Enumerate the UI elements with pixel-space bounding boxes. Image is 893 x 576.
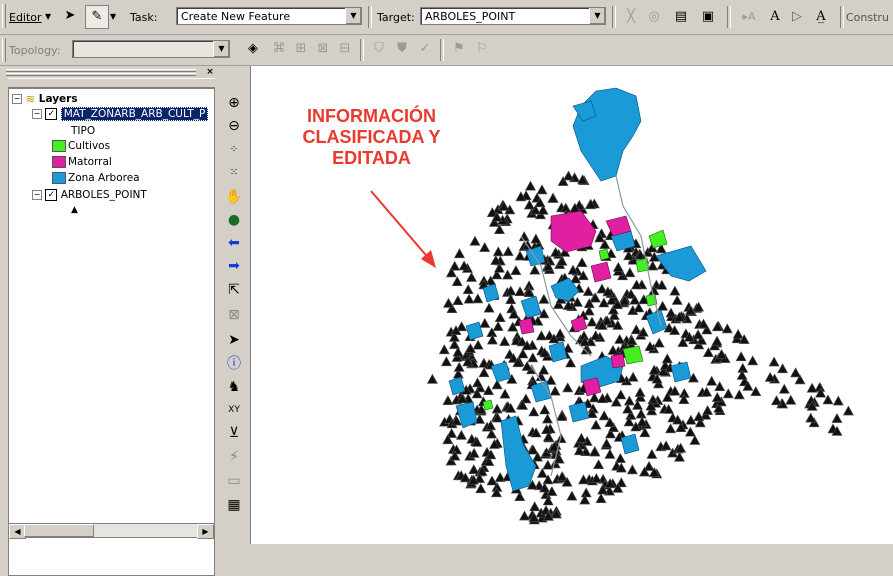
map-topology-icon[interactable]: ◈ — [242, 38, 264, 60]
legend-swatch — [52, 172, 66, 184]
build-topology-cache-icon[interactable]: ⊠ — [312, 38, 334, 60]
measure-icon[interactable]: ⊻ — [223, 422, 245, 444]
back-arrow-icon[interactable]: ⬅ — [223, 232, 245, 254]
callout-text-icon[interactable]: A̲ — [810, 6, 832, 28]
separator — [440, 39, 444, 61]
toolbar-grip[interactable] — [2, 4, 6, 28]
toolbar-grip[interactable] — [2, 38, 6, 62]
fixed-zoom-in-icon[interactable]: ⁘ — [223, 139, 245, 161]
legend-item: Zona Arborea — [52, 172, 140, 188]
forward-arrow-icon[interactable]: ➡ — [223, 255, 245, 277]
collapse-icon[interactable]: − — [12, 94, 22, 104]
splined-text-icon[interactable]: ▷ — [786, 6, 808, 28]
hyperlink-icon[interactable]: ⚡ — [223, 446, 245, 468]
legend-swatch — [52, 140, 66, 152]
tree-symbol-icon: ▲ — [71, 205, 78, 215]
editor-toolbar: Editor ▼ ➤ ✎ ▼ Task: Create New Feature … — [0, 0, 893, 35]
edit-vertex-icon[interactable]: ╳ — [620, 6, 642, 28]
target-value: ARBOLES_POINT — [425, 10, 516, 23]
chevron-down-icon[interactable]: ▼ — [213, 41, 229, 57]
layers-tree: − ≋ Layers − ✓ MAT_ZONARB_ARB_CULT_P TIP… — [8, 88, 215, 576]
construct-features-icon[interactable]: ⊟ — [334, 38, 356, 60]
horizontal-scrollbar[interactable]: ◀ ▶ — [8, 523, 215, 539]
toc-titlebar[interactable]: × — [4, 66, 218, 77]
edit-tool-pointer-icon[interactable]: ➤ — [59, 5, 81, 27]
annotation-arrow-icon — [370, 190, 436, 268]
editor-menu-button[interactable]: Editor — [9, 11, 42, 24]
legend-item: Cultivos — [52, 140, 110, 156]
construct-label: Constru — [846, 11, 889, 24]
tree-row-layers[interactable]: − ≋ Layers — [12, 92, 78, 108]
scroll-right-icon[interactable]: ▶ — [197, 524, 214, 539]
collapse-icon[interactable]: − — [32, 109, 42, 119]
show-shared-features-icon[interactable]: ⊞ — [290, 38, 312, 60]
clear-selection-icon[interactable]: ⊠ — [223, 304, 245, 326]
separator — [612, 6, 616, 28]
scroll-thumb[interactable] — [24, 524, 94, 537]
layer-visibility-checkbox[interactable]: ✓ — [45, 108, 58, 120]
table-of-contents-panel: × − ≋ Layers − ✓ MAT_ZONARB_ARB_CULT_P T… — [4, 66, 218, 576]
field-label: TIPO — [71, 125, 96, 137]
sketch-pencil-icon[interactable]: ✎ — [85, 5, 109, 29]
layer-visibility-checkbox[interactable]: ✓ — [45, 189, 58, 201]
task-label: Task: — [130, 11, 158, 24]
legend-swatch — [52, 156, 66, 168]
time-slider-icon[interactable]: ▦ — [223, 494, 245, 516]
pan-hand-icon[interactable]: ✋ — [223, 186, 245, 208]
tree-row-layer-arboles[interactable]: − ✓ ARBOLES_POINT — [32, 189, 147, 205]
layer-name[interactable]: MAT_ZONARB_ARB_CULT_P — [60, 107, 209, 121]
close-icon[interactable]: × — [204, 67, 216, 77]
validate-selection-icon[interactable]: ✓ — [414, 38, 436, 60]
topology-label: Topology: — [9, 44, 61, 57]
error-inspector-icon[interactable]: ⚐ — [471, 38, 493, 60]
identify-info-icon[interactable]: ⓘ — [223, 353, 245, 375]
layers-icon: ≋ — [25, 92, 36, 106]
label-pointer-icon[interactable]: ▸A — [738, 6, 760, 28]
legend-label: Zona Arborea — [68, 172, 140, 184]
legend-label: Cultivos — [68, 140, 111, 152]
validate-extent-icon[interactable]: ⛊ — [391, 38, 413, 60]
map-canvas[interactable]: INFORMACIÓN CLASIFICADA Y EDITADA — [251, 66, 893, 544]
topology-toolbar: Topology: ▼ ◈ ⌘ ⊞ ⊠ ⊟ ⛉ ⛊ ✓ ⚑ ⚐ — [0, 35, 893, 66]
topology-edit-icon[interactable]: ⌘ — [268, 38, 290, 60]
toc-divider — [8, 78, 215, 88]
topology-combobox[interactable]: ▼ — [72, 40, 230, 58]
legend-label: Matorral — [68, 156, 112, 168]
attributes-table-icon[interactable]: ▤ — [670, 6, 692, 28]
full-extent-globe-icon[interactable]: ● — [223, 209, 245, 231]
tree-row-layer-zonarb[interactable]: − ✓ MAT_ZONARB_ARB_CULT_P — [32, 107, 209, 124]
task-value: Create New Feature — [181, 10, 291, 23]
select-features-icon[interactable]: ⇱ — [223, 279, 245, 301]
editor-menu-chevron-icon[interactable]: ▼ — [45, 12, 51, 21]
sketch-properties-icon[interactable]: ▣ — [697, 6, 719, 28]
separator — [368, 6, 372, 28]
collapse-icon[interactable]: − — [32, 190, 42, 200]
go-to-xy-icon[interactable]: XY — [223, 399, 245, 421]
layer-name[interactable]: ARBOLES_POINT — [61, 189, 147, 201]
chevron-down-icon[interactable]: ▼ — [589, 8, 605, 24]
html-popup-icon[interactable]: ▭ — [223, 470, 245, 492]
tools-toolbar: ⊕ ⊖ ⁘ ⁙ ✋ ● ⬅ ➡ ⇱ ⊠ ➤ ⓘ ♞ XY ⊻ ⚡ ▭ ▦ — [218, 66, 251, 544]
sketch-tool-dropdown-icon[interactable]: ▼ — [110, 12, 116, 21]
validate-topology-icon[interactable]: ⛉ — [368, 38, 390, 60]
text-tool-icon[interactable]: A — [764, 6, 786, 28]
separator — [360, 39, 364, 61]
legend-item: Matorral — [52, 156, 112, 172]
zoom-out-icon[interactable]: ⊖ — [223, 115, 245, 137]
separator — [727, 6, 731, 28]
find-binoculars-icon[interactable]: ♞ — [223, 376, 245, 398]
fix-topology-error-icon[interactable]: ⚑ — [448, 38, 470, 60]
zoom-in-icon[interactable]: ⊕ — [223, 92, 245, 114]
layers-root-label: Layers — [38, 93, 78, 105]
target-combobox[interactable]: ARBOLES_POINT ▼ — [420, 7, 606, 25]
fixed-zoom-out-icon[interactable]: ⁙ — [223, 162, 245, 184]
separator — [840, 6, 844, 28]
task-combobox[interactable]: Create New Feature ▼ — [176, 7, 362, 25]
chevron-down-icon[interactable]: ▼ — [345, 8, 361, 24]
select-elements-pointer-icon[interactable]: ➤ — [223, 329, 245, 351]
target-label: Target: — [377, 11, 415, 24]
rotate-icon[interactable]: ◎ — [643, 6, 665, 28]
